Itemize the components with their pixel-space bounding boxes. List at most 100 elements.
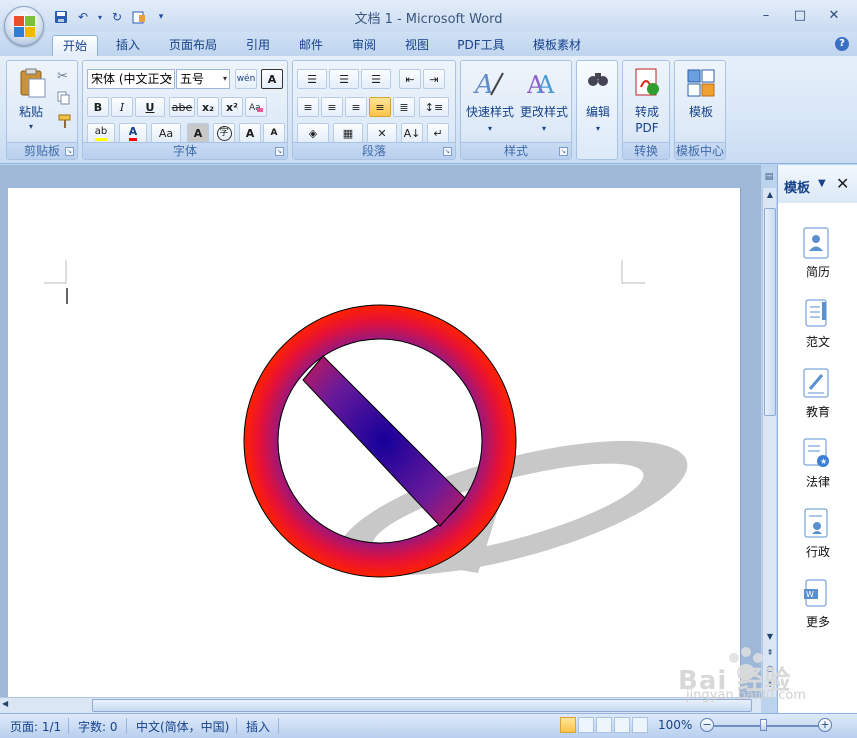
phonetic-guide-button[interactable]: wén	[235, 69, 257, 89]
distributed-icon[interactable]: ≣	[393, 97, 415, 117]
decrease-indent-icon[interactable]: ⇤	[399, 69, 421, 89]
tab-template-materials[interactable]: 模板素材	[524, 35, 590, 56]
draft-view-icon[interactable]	[632, 717, 648, 733]
increase-indent-icon[interactable]: ⇥	[423, 69, 445, 89]
status-page[interactable]: 页面: 1/1	[10, 718, 61, 735]
change-styles-button[interactable]: 更改样式	[517, 105, 571, 120]
to-pdf-label-1[interactable]: 转成	[623, 105, 671, 120]
tab-view[interactable]: 视图	[397, 35, 437, 56]
tab-references[interactable]: 引用	[238, 35, 278, 56]
strikethrough-button[interactable]: abe	[169, 97, 195, 117]
cut-icon[interactable]: ✂	[57, 69, 68, 84]
bullets-icon[interactable]: ☰	[297, 69, 327, 89]
paste-icon[interactable]	[17, 67, 47, 99]
outline-view-icon[interactable]	[614, 717, 630, 733]
horizontal-scrollbar[interactable]: ◀	[0, 697, 761, 713]
office-button[interactable]	[4, 6, 44, 46]
scroll-up-icon[interactable]: ▲	[763, 190, 777, 202]
superscript-button[interactable]: x²	[221, 97, 243, 117]
task-pane-close-icon[interactable]: ✕	[836, 174, 849, 193]
tab-pdf-tools[interactable]: PDF工具	[450, 35, 512, 56]
web-layout-view-icon[interactable]	[596, 717, 612, 733]
group-editing[interactable]: 编辑 ▾	[576, 60, 618, 160]
numbering-icon[interactable]: ☰	[329, 69, 359, 89]
styles-launcher-icon[interactable]: ↘	[559, 147, 568, 156]
tab-home[interactable]: 开始	[52, 35, 98, 56]
bold-button[interactable]: B	[87, 97, 109, 117]
help-icon[interactable]: ?	[835, 37, 849, 51]
ruler-toggle-icon[interactable]: ▤	[762, 172, 776, 186]
zoom-level[interactable]: 100%	[658, 718, 692, 732]
task-pane-menu-icon[interactable]: ▼	[818, 178, 826, 189]
shading-icon[interactable]: ◈	[297, 123, 329, 143]
template-item-more[interactable]: W 更多	[778, 577, 857, 639]
quick-styles-icon[interactable]: A	[473, 67, 505, 100]
template-item-law[interactable]: ★ 法律	[778, 437, 857, 499]
vertical-scrollbar[interactable]: ▲ ▼ ⇞ ○ ⇟	[762, 188, 776, 697]
borders-icon[interactable]: ▦	[333, 123, 363, 143]
status-insert-mode[interactable]: 插入	[246, 718, 270, 735]
underline-button[interactable]: U	[135, 97, 165, 117]
clipboard-launcher-icon[interactable]: ↘	[65, 147, 74, 156]
change-styles-icon[interactable]: AA	[526, 67, 559, 99]
justify-icon[interactable]: ≡	[369, 97, 391, 117]
grow-font-button[interactable]: A	[239, 123, 261, 143]
quick-styles-dropdown-icon[interactable]: ▾	[463, 121, 517, 136]
vertical-scroll-thumb[interactable]	[764, 208, 776, 416]
maximize-button[interactable]: □	[783, 4, 817, 26]
template-button[interactable]: 模板	[675, 105, 727, 120]
print-layout-view-icon[interactable]	[560, 717, 576, 733]
minimize-button[interactable]: –	[749, 4, 783, 26]
paste-dropdown-icon[interactable]: ▾	[13, 119, 49, 134]
template-item-education[interactable]: 教育	[778, 367, 857, 429]
char-border-button[interactable]: A	[261, 69, 283, 89]
horizontal-scroll-thumb[interactable]	[92, 699, 752, 712]
change-styles-dropdown-icon[interactable]: ▾	[517, 121, 571, 136]
close-button[interactable]: ✕	[817, 4, 851, 26]
char-shading-button[interactable]: A	[187, 123, 209, 143]
full-screen-reading-view-icon[interactable]	[578, 717, 594, 733]
paragraph-launcher-icon[interactable]: ↘	[443, 147, 452, 156]
pdf-convert-icon[interactable]	[633, 67, 661, 99]
template-item-administration[interactable]: 行政	[778, 507, 857, 569]
line-spacing-icon[interactable]: ↕≡	[419, 97, 449, 117]
paste-button[interactable]: 粘贴	[13, 105, 49, 120]
align-left-icon[interactable]: ≡	[297, 97, 319, 117]
template-item-resume[interactable]: 简历	[778, 227, 857, 289]
status-language[interactable]: 中文(简体，中国)	[136, 718, 229, 735]
font-size-combo[interactable]: 五号 ▾	[176, 69, 230, 89]
tab-insert[interactable]: 插入	[108, 35, 148, 56]
to-pdf-label-2[interactable]: PDF	[623, 121, 671, 136]
font-color-button[interactable]: A	[119, 123, 147, 143]
template-item-sample-essay[interactable]: 范文	[778, 297, 857, 359]
sort-icon[interactable]: A↓	[401, 123, 423, 143]
italic-button[interactable]: I	[111, 97, 133, 117]
align-right-icon[interactable]: ≡	[345, 97, 367, 117]
zoom-out-icon[interactable]: −	[700, 718, 714, 732]
zoom-slider[interactable]	[714, 725, 822, 727]
quick-styles-button[interactable]: 快速样式	[463, 105, 517, 120]
change-case-button[interactable]: Aa	[151, 123, 181, 143]
status-word-count[interactable]: 字数: 0	[78, 718, 118, 735]
font-name-combo[interactable]: 宋体 (中文正文 ▾	[87, 69, 175, 89]
no-symbol-shape[interactable]	[243, 304, 517, 578]
chinese-layout-icon[interactable]: ✕	[367, 123, 397, 143]
font-launcher-icon[interactable]: ↘	[275, 147, 284, 156]
highlight-button[interactable]: ab	[87, 123, 115, 143]
show-marks-icon[interactable]: ↵	[427, 123, 449, 143]
tab-page-layout[interactable]: 页面布局	[160, 35, 226, 56]
format-painter-icon[interactable]	[57, 113, 73, 129]
enclose-chars-button[interactable]: 字	[213, 123, 235, 143]
shrink-font-button[interactable]: A	[263, 123, 285, 143]
zoom-in-icon[interactable]: +	[818, 718, 832, 732]
scroll-left-icon[interactable]: ◀	[2, 699, 8, 708]
tab-review[interactable]: 审阅	[344, 35, 384, 56]
zoom-slider-knob[interactable]	[760, 719, 767, 731]
multilevel-list-icon[interactable]: ☰	[361, 69, 391, 89]
subscript-button[interactable]: x₂	[197, 97, 219, 117]
tab-mailings[interactable]: 邮件	[291, 35, 331, 56]
copy-icon[interactable]	[57, 91, 71, 105]
document-page[interactable]	[8, 188, 741, 697]
template-grid-icon[interactable]	[687, 69, 715, 97]
clear-format-icon[interactable]: Aa	[245, 97, 267, 117]
